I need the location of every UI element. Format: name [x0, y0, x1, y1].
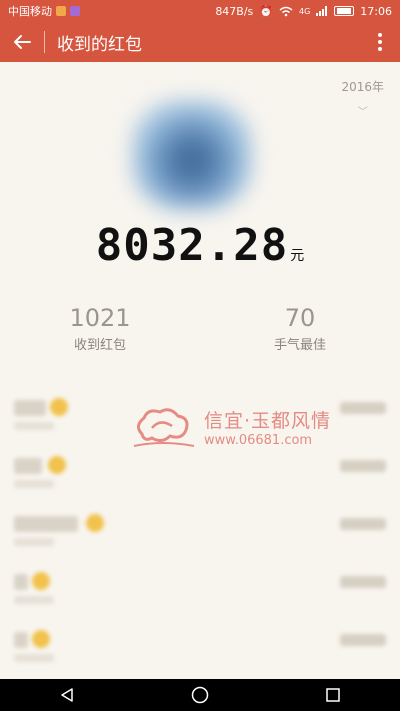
year-label: 2016年	[341, 80, 384, 94]
watermark-url: www.06681.com	[204, 433, 313, 448]
title-divider	[44, 31, 45, 53]
best-luck-label: 手气最佳	[273, 338, 326, 353]
watermark-title: 信宜·玉都风情	[204, 410, 332, 432]
amount-value: 8032.28	[95, 220, 289, 271]
back-button[interactable]	[0, 22, 44, 62]
chevron-down-icon: ﹀	[357, 107, 368, 118]
status-bar: 中国移动 847B/s ⏰ 4G 17:06	[0, 0, 400, 22]
carrier-label: 中国移动	[8, 5, 52, 18]
triangle-back-icon	[60, 688, 73, 702]
avatar	[92, 80, 302, 220]
stats-row: 1021 收到红包 70 手气最佳	[0, 304, 400, 374]
arrow-left-icon	[14, 35, 31, 49]
list-item[interactable]	[0, 556, 400, 614]
year-selector[interactable]: 2016年 ﹀	[341, 78, 384, 118]
nav-home-button[interactable]	[180, 679, 220, 711]
signal-icon	[316, 6, 328, 16]
app-bar: 收到的红包	[0, 22, 400, 62]
more-vert-icon	[378, 33, 382, 51]
watermark-logo	[133, 408, 195, 447]
summary-header: 2016年 ﹀ 8032.28 元 1021 收到红包 70 手气最佳	[0, 62, 400, 382]
notification-icon	[56, 6, 66, 16]
amount-unit: 元	[290, 248, 305, 264]
nav-back-button[interactable]	[47, 679, 87, 711]
list-item[interactable]	[0, 498, 400, 556]
watermark: 信宜·玉都风情 www.06681.com	[132, 404, 344, 460]
wifi-icon	[279, 6, 293, 16]
total-amount: 8032.28 元	[0, 220, 400, 271]
best-luck-count: 70	[284, 304, 316, 332]
square-recents-icon	[326, 688, 341, 702]
received-label: 收到红包	[73, 338, 126, 353]
app-icon	[70, 6, 80, 16]
battery-icon	[334, 6, 355, 16]
received-stat: 1021 收到红包	[0, 304, 200, 374]
circle-home-icon	[191, 686, 209, 704]
network-speed: 847B/s	[215, 4, 254, 18]
best-luck-stat: 70 手气最佳	[200, 304, 400, 374]
more-options-button[interactable]	[360, 22, 400, 62]
system-nav-bar	[0, 679, 400, 711]
nav-recents-button[interactable]	[313, 679, 353, 711]
page-title: 收到的红包	[57, 34, 142, 55]
list-item[interactable]	[0, 614, 400, 672]
received-count: 1021	[69, 304, 131, 332]
alarm-icon: ⏰	[259, 4, 273, 18]
network-type: 4G	[299, 6, 311, 16]
clock: 17:06	[360, 4, 392, 18]
